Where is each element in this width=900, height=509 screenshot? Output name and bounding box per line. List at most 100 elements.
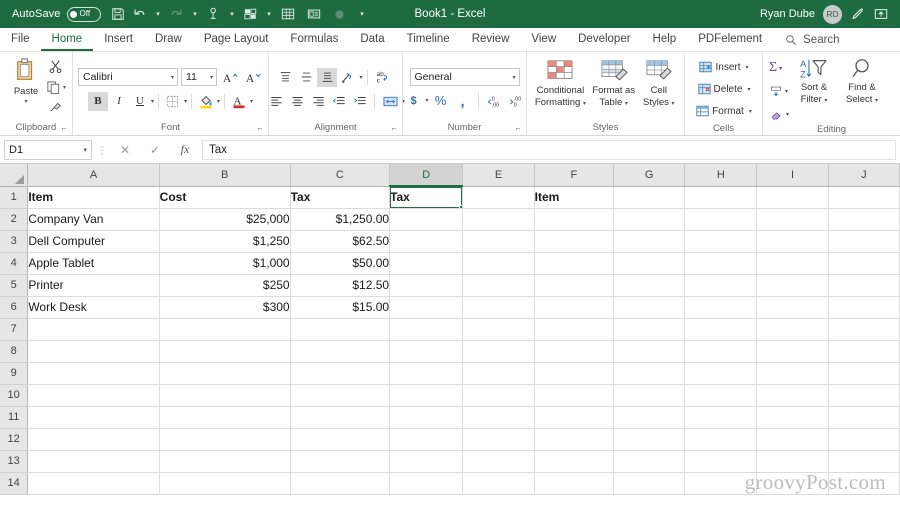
avatar[interactable]: RD [823,4,842,24]
column-header-d[interactable]: D [389,164,464,187]
cell-A11[interactable] [27,406,160,429]
cell-B11[interactable] [159,406,291,429]
delete-cells-button[interactable]: Delete ▾ [697,79,750,99]
cell-E14[interactable] [462,472,535,495]
cell-F2[interactable] [534,208,615,231]
conditional-formatting-dropdown-icon[interactable]: ▾ [583,101,586,107]
cell-I3[interactable] [756,230,829,253]
undo-dropdown-icon[interactable]: ▾ [153,2,164,26]
cell-C7[interactable] [290,318,391,341]
cell-A5[interactable]: Printer [27,274,160,297]
cell-B12[interactable] [159,428,291,451]
row-header-4[interactable]: 4 [0,252,29,275]
undo-icon[interactable] [127,2,153,26]
format-painter-button[interactable] [46,100,66,114]
cell-E8[interactable] [462,340,535,363]
cell-E13[interactable] [462,450,535,473]
row-header-3[interactable]: 3 [0,230,29,253]
sort-filter-dropdown-icon[interactable]: ▾ [824,98,827,104]
bold-button[interactable]: B [87,91,108,111]
cell-J11[interactable] [828,406,900,429]
percent-format-button[interactable]: % [431,91,451,110]
row-header-14[interactable]: 14 [0,472,29,495]
cell-F1[interactable]: Item [534,186,615,209]
cell-G7[interactable] [613,318,686,341]
column-header-g[interactable]: G [613,164,686,187]
cut-button[interactable] [46,59,66,74]
clear-button[interactable]: ▾ [769,104,789,124]
tab-help[interactable]: Help [642,28,688,51]
cell-I6[interactable] [756,296,829,319]
insert-function-icon[interactable]: fx [172,139,198,161]
find-select-button[interactable]: Find & Select ▾ [839,57,885,107]
row-header-9[interactable]: 9 [0,362,29,385]
cell-G14[interactable] [613,472,686,495]
cell-I13[interactable] [756,450,829,473]
column-header-e[interactable]: E [462,164,535,187]
underline-button[interactable]: U [130,92,150,111]
cell-G1[interactable] [613,186,686,209]
autosum-dropdown-icon[interactable]: ▾ [779,65,782,72]
column-header-c[interactable]: C [290,164,391,187]
cell-D10[interactable] [389,384,464,407]
cell-D3[interactable] [389,230,464,253]
cell-I12[interactable] [756,428,829,451]
alignment-dialog-launcher[interactable]: ⌐ [390,125,398,133]
cell-A14[interactable] [27,472,160,495]
tab-review[interactable]: Review [461,28,521,51]
name-box[interactable]: D1 ▾ [4,139,92,160]
cell-A4[interactable]: Apple Tablet [27,252,160,275]
row-header-8[interactable]: 8 [0,340,29,363]
center-button[interactable] [287,92,307,111]
format-cells-button[interactable]: Format ▾ [695,101,752,121]
orientation-dropdown-icon[interactable]: ▾ [359,74,362,81]
cell-G3[interactable] [613,230,686,253]
cell-J4[interactable] [828,252,900,275]
cell-C13[interactable] [290,450,391,473]
cell-H10[interactable] [684,384,758,407]
cell-A8[interactable] [27,340,160,363]
orientation-button[interactable] [338,68,358,87]
increase-indent-button[interactable] [350,92,370,111]
cell-D7[interactable] [389,318,464,341]
cell-I9[interactable] [756,362,829,385]
row-header-2[interactable]: 2 [0,208,29,231]
cell-H13[interactable] [684,450,758,473]
cell-G11[interactable] [613,406,686,429]
cell-D2[interactable] [389,208,464,231]
cell-I11[interactable] [756,406,829,429]
cell-D11[interactable] [389,406,464,429]
number-dialog-launcher[interactable]: ⌐ [514,125,522,133]
save-icon[interactable] [101,2,127,26]
ribbon-display-options-icon[interactable] [874,7,888,21]
cell-B13[interactable] [159,450,291,473]
font-color-dropdown-icon[interactable]: ▾ [250,98,253,105]
cell-D1[interactable]: Tax [389,186,464,209]
cell-G12[interactable] [613,428,686,451]
touch-mode-dropdown-icon[interactable]: ▾ [227,2,238,26]
fill-button[interactable]: ▾ [769,81,789,101]
delete-cells-dropdown-icon[interactable]: ▾ [747,86,750,93]
column-header-i[interactable]: I [756,164,829,187]
cell-C1[interactable]: Tax [290,186,391,209]
cell-F13[interactable] [534,450,615,473]
copy-button[interactable]: ▾ [46,77,66,97]
tab-formulas[interactable]: Formulas [279,28,349,51]
redo-icon[interactable] [164,2,190,26]
cell-C4[interactable]: $50.00 [290,252,391,275]
cell-I4[interactable] [756,252,829,275]
autosum-button[interactable]: Σ ▾ [769,58,789,78]
paste-dropdown-icon[interactable]: ▾ [24,98,27,105]
cell-G8[interactable] [613,340,686,363]
italic-button[interactable]: I [109,92,129,111]
number-format-select[interactable]: General ▾ [409,68,520,86]
cell-G2[interactable] [613,208,686,231]
pen-icon[interactable] [850,6,866,22]
cell-B6[interactable]: $300 [159,296,291,319]
align-left-button[interactable] [266,92,286,111]
borders-button[interactable] [163,92,183,111]
cell-I7[interactable] [756,318,829,341]
insert-cells-dropdown-icon[interactable]: ▾ [746,64,749,71]
cell-A6[interactable]: Work Desk [27,296,160,319]
cell-I8[interactable] [756,340,829,363]
